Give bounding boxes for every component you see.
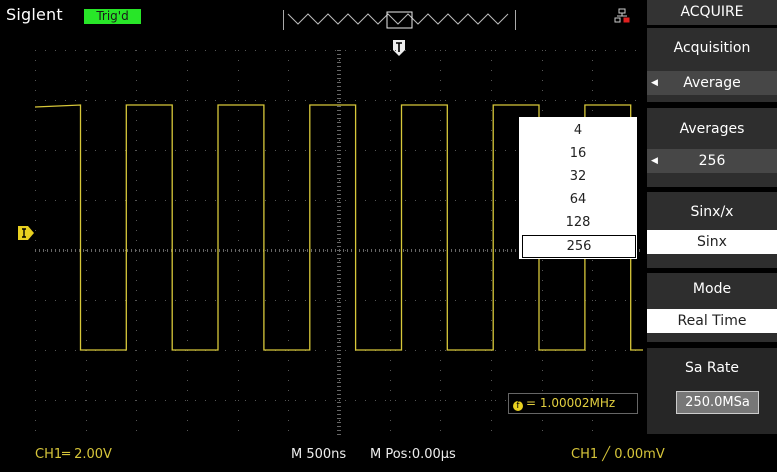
top-status-bar: Siglent Trig'd bbox=[0, 0, 643, 30]
sa-rate-label: Sa Rate bbox=[684, 360, 740, 376]
ch1-scale-readout[interactable]: CH1═ 2.00V bbox=[35, 438, 112, 472]
trigger-readout[interactable]: CH1 ╱ 0.00mV bbox=[571, 438, 665, 472]
sa-rate-value: 250.0MSa bbox=[676, 391, 759, 414]
acquisition-value[interactable]: ◀ Average bbox=[647, 71, 777, 95]
ch1-marker-icon[interactable] bbox=[18, 225, 34, 244]
mode-label: Mode bbox=[692, 281, 732, 297]
timebase-readout[interactable]: M 500ns bbox=[291, 438, 346, 472]
sinx-value[interactable]: Sinx bbox=[647, 230, 777, 254]
mode-value[interactable]: Real Time bbox=[647, 309, 777, 333]
averages-softkey[interactable]: Averages ◀ 256 bbox=[647, 108, 777, 187]
overview-wave bbox=[287, 13, 509, 25]
acquisition-softkey[interactable]: Acquisition ◀ Average bbox=[647, 28, 777, 102]
horizontal-position-readout[interactable]: M Pos:0.00µs bbox=[370, 438, 456, 472]
menu-title: ACQUIRE bbox=[647, 0, 777, 25]
frequency-icon: f bbox=[513, 401, 523, 411]
frequency-readout: f = 1.00002MHz bbox=[508, 393, 638, 414]
acquisition-label: Acquisition bbox=[673, 40, 751, 56]
averages-label: Averages bbox=[679, 121, 745, 137]
network-disconnected-icon bbox=[614, 8, 630, 28]
acquire-menu: ACQUIRE Acquisition ◀ Average Averages ◀… bbox=[643, 0, 777, 438]
left-arrow-icon: ◀ bbox=[651, 78, 658, 88]
sinx-label: Sinx/x bbox=[690, 204, 734, 220]
averages-option[interactable]: 64 bbox=[519, 188, 637, 211]
frequency-value: = 1.00002MHz bbox=[526, 396, 616, 410]
left-arrow-icon: ◀ bbox=[651, 156, 658, 166]
averages-option[interactable]: 32 bbox=[519, 165, 637, 188]
averages-option[interactable]: 128 bbox=[519, 211, 637, 234]
mode-softkey[interactable]: Mode Real Time bbox=[647, 273, 777, 342]
trigger-status-badge: Trig'd bbox=[84, 9, 141, 24]
averages-popup: 4 16 32 64 128 256 bbox=[519, 117, 637, 259]
sinx-softkey[interactable]: Sinx/x Sinx bbox=[647, 192, 777, 268]
averages-value[interactable]: ◀ 256 bbox=[647, 149, 777, 173]
averages-option[interactable]: 4 bbox=[519, 119, 637, 142]
averages-option[interactable]: 16 bbox=[519, 142, 637, 165]
brand-label: Siglent bbox=[6, 5, 63, 24]
averages-option-selected[interactable]: 256 bbox=[522, 235, 636, 258]
bottom-status-bar: CH1═ 2.00V M 500ns M Pos:0.00µs CH1 ╱ 0.… bbox=[0, 438, 777, 472]
waveform-overview bbox=[283, 10, 516, 30]
